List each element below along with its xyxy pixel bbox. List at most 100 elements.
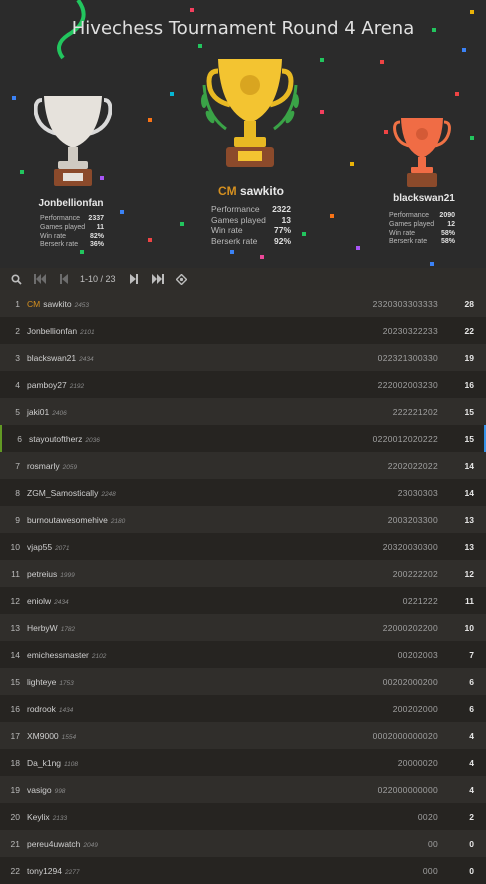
score-sheet: 00202000200: [382, 676, 438, 687]
table-row[interactable]: 12 eniolw 2434 0221222 11: [0, 587, 486, 614]
table-row[interactable]: 7 rosmarly 2059 2202022022 14: [0, 452, 486, 479]
player-cell[interactable]: burnoutawesomehive 2180: [27, 515, 218, 525]
player-cell[interactable]: lighteye 1753: [27, 677, 218, 687]
stat-value: 13: [281, 214, 291, 225]
player-cell[interactable]: tony1294 2277: [27, 866, 218, 876]
total-score: 22: [464, 325, 474, 336]
player-cell[interactable]: eniolw 2434: [27, 596, 218, 606]
table-row[interactable]: 20 Keylix 2133 0020 2: [0, 803, 486, 830]
table-row[interactable]: 18 Da_k1ng 1108 20000020 4: [0, 749, 486, 776]
first-place-name[interactable]: CM sawkito: [211, 184, 291, 198]
player-cell[interactable]: rosmarly 2059: [27, 461, 218, 471]
rank: 1: [15, 298, 20, 309]
player-cell[interactable]: Jonbellionfan 2101: [27, 326, 218, 336]
my-page-button[interactable]: [170, 268, 194, 290]
table-row[interactable]: 9 burnoutawesomehive 2180 2003203300 13: [0, 506, 486, 533]
player-cell[interactable]: Keylix 2133: [27, 812, 218, 822]
prev-page-button[interactable]: [52, 268, 76, 290]
player-cell[interactable]: HerbyW 1782: [27, 623, 218, 633]
player-cell[interactable]: emichessmaster 2102: [27, 650, 218, 660]
stat-label: Games played: [211, 214, 266, 225]
table-row[interactable]: 6 stayoutoftherz 2036 0220012020222 15: [0, 425, 486, 452]
total-score: 6: [469, 703, 474, 714]
total-score: 2: [469, 811, 474, 822]
third-place-name[interactable]: blackswan21: [393, 193, 455, 204]
confetti-piece: [198, 44, 202, 48]
player-cell[interactable]: petreius 1999: [27, 569, 218, 579]
table-row[interactable]: 8 ZGM_Samostically 2248 23030303 14: [0, 479, 486, 506]
next-page-button[interactable]: [122, 268, 146, 290]
confetti-piece: [120, 210, 124, 214]
total-score: 11: [465, 595, 474, 606]
stat-label: Performance: [389, 212, 430, 219]
table-row[interactable]: 1 CM sawkito 2453 2320303303333 28: [0, 290, 486, 317]
confetti-piece: [80, 250, 84, 254]
last-page-button[interactable]: [146, 268, 170, 290]
table-row[interactable]: 5 jaki01 2406 222221202 15: [0, 398, 486, 425]
player-cell[interactable]: jaki01 2406: [27, 407, 218, 417]
table-row[interactable]: 14 emichessmaster 2102 00202003 7: [0, 641, 486, 668]
player-rating: 2133: [52, 814, 68, 822]
total-score: 15: [464, 433, 474, 444]
table-row[interactable]: 11 petreius 1999 200222202 12: [0, 560, 486, 587]
player-cell[interactable]: Da_k1ng 1108: [27, 758, 218, 768]
stat-value: 2337: [88, 215, 104, 222]
rank: 18: [10, 757, 20, 768]
player-cell[interactable]: vjap55 2071: [27, 542, 218, 552]
player-name: petreius: [27, 568, 58, 579]
stat-value: 92%: [273, 235, 291, 246]
standings-table: 1 CM sawkito 2453 2320303303333 28 2 Jonbellion…: [0, 290, 486, 884]
confetti-piece: [180, 222, 184, 226]
player-title: CM: [27, 298, 41, 309]
page-info: 1-10 / 23: [80, 274, 116, 284]
player-cell[interactable]: ZGM_Samostically 2248: [27, 488, 218, 498]
confetti-piece: [320, 110, 324, 114]
table-row[interactable]: 4 pamboy27 2192 222002003230 16: [0, 371, 486, 398]
player-name: eniolw: [27, 595, 52, 606]
stat-value: 2322: [272, 204, 291, 214]
table-row[interactable]: 10 vjap55 2071 20320030300 13: [0, 533, 486, 560]
stat-value: 12: [447, 220, 455, 228]
player-rating: 2180: [110, 517, 126, 525]
table-row[interactable]: 16 rodrook 1434 200202000 6: [0, 695, 486, 722]
player-rating: 2101: [80, 328, 95, 336]
stat-value: 36%: [89, 241, 104, 249]
player-cell[interactable]: stayoutoftherz 2036: [29, 434, 218, 444]
table-row[interactable]: 2 Jonbellionfan 2101 20230322233 22: [0, 317, 486, 344]
confetti-piece: [470, 136, 474, 140]
player-name: rosmarly: [27, 460, 60, 471]
podium: Hivechess Tournament Round 4 Arena Jonbe…: [0, 0, 486, 268]
stat-label: Berserk rate: [389, 238, 428, 246]
player-cell[interactable]: XM9000 1554: [27, 731, 218, 741]
player-name: jaki01: [27, 406, 50, 417]
rank: 7: [15, 460, 20, 471]
player-cell[interactable]: rodrook 1434: [27, 704, 218, 714]
player-cell[interactable]: CM sawkito 2453: [27, 299, 218, 309]
player-rating: 2277: [64, 868, 80, 876]
player-cell[interactable]: blackswan21 2434: [27, 353, 218, 363]
table-row[interactable]: 19 vasigo 998 022000000000 4: [0, 776, 486, 803]
table-row[interactable]: 17 XM9000 1554 0002000000020 4: [0, 722, 486, 749]
confetti-piece: [12, 96, 16, 100]
first-place-username: sawkito: [240, 184, 285, 198]
player-rating: 1554: [61, 733, 77, 741]
table-row[interactable]: 21 pereu4uwatch 2049 00 0: [0, 830, 486, 857]
table-row[interactable]: 13 HerbyW 1782 22000202200 10: [0, 614, 486, 641]
score-sheet: 2320303303333: [372, 298, 438, 309]
third-place: blackswan21 Performance 2090 Games played…: [389, 193, 455, 247]
rank: 13: [10, 622, 20, 633]
player-name: blackswan21: [27, 352, 77, 363]
first-page-button[interactable]: [28, 268, 52, 290]
search-button[interactable]: [4, 268, 28, 290]
player-rating: 1999: [60, 571, 75, 579]
player-cell[interactable]: pereu4uwatch 2049: [27, 839, 218, 849]
confetti-piece: [148, 238, 152, 242]
player-cell[interactable]: pamboy27 2192: [27, 380, 218, 390]
score-sheet: 200202000: [392, 703, 438, 714]
gold-trophy-icon: [201, 59, 299, 167]
table-row[interactable]: 3 blackswan21 2434 022321300330 19: [0, 344, 486, 371]
score-sheet: 23030303: [397, 487, 438, 498]
second-place-name[interactable]: Jonbellionfan: [38, 198, 104, 209]
table-row[interactable]: 15 lighteye 1753 00202000200 6: [0, 668, 486, 695]
player-cell[interactable]: vasigo 998: [27, 785, 218, 795]
